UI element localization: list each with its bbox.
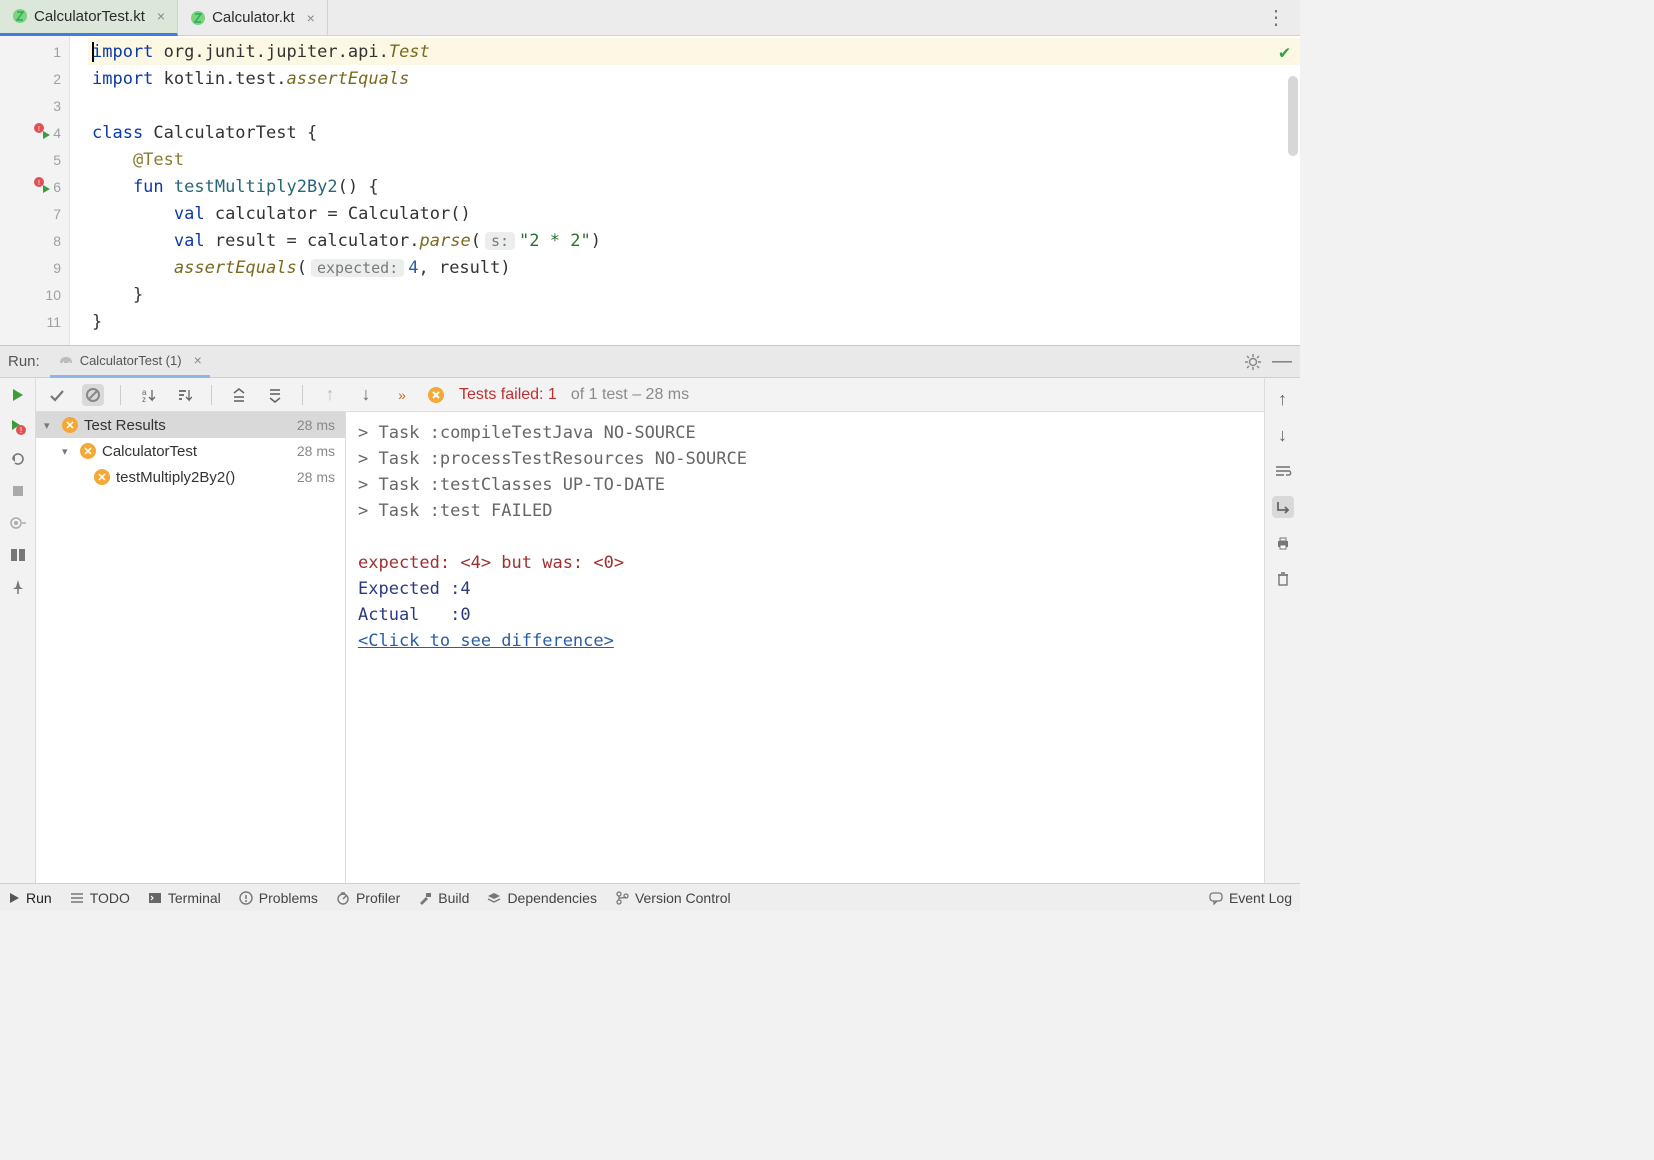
expand-all-icon[interactable] — [228, 384, 250, 406]
more-icon[interactable]: ⋮ — [1252, 5, 1300, 30]
run-tool-header: Run: CalculatorTest (1) × — — [0, 346, 1300, 378]
rerun-failed-icon[interactable]: ! — [7, 416, 29, 438]
warning-icon — [239, 891, 253, 905]
status-dependencies-button[interactable]: Dependencies — [487, 890, 597, 906]
soft-wrap-icon[interactable] — [1272, 460, 1294, 482]
gutter: 1 2 3 ! 4 5 ! 6 7 8 9 10 11 — [0, 36, 70, 345]
test-tree[interactable]: ▾✕Test Results 28 ms ▾✕CalculatorTest 28… — [36, 412, 346, 883]
collapse-all-icon[interactable] — [264, 384, 286, 406]
tree-method-node[interactable]: ✕testMultiply2By2() 28 ms — [36, 464, 345, 490]
profiler-icon — [336, 891, 350, 905]
status-todo-button[interactable]: TODO — [70, 890, 130, 906]
show-ignored-toggle-icon[interactable] — [82, 384, 104, 406]
fail-status-icon: ✕ — [94, 469, 110, 485]
gear-icon[interactable] — [1244, 353, 1262, 371]
pin-icon[interactable] — [7, 576, 29, 598]
minimize-icon[interactable]: — — [1272, 350, 1292, 373]
svg-text:!: ! — [38, 180, 40, 187]
fail-status-icon: ✕ — [62, 417, 78, 433]
editor: 1 2 3 ! 4 5 ! 6 7 8 9 10 11 imp — [0, 36, 1300, 346]
layout-icon[interactable] — [7, 544, 29, 566]
kotlin-file-icon — [12, 8, 28, 24]
play-icon — [8, 892, 20, 904]
see-difference-link[interactable]: <Click to see difference> — [358, 631, 614, 651]
tab-label: CalculatorTest.kt — [34, 8, 145, 25]
run-header-label: Run: — [8, 353, 40, 370]
run-left-toolbar: ! — [0, 378, 36, 883]
svg-text:!: ! — [38, 126, 40, 133]
test-status-fail-icon — [427, 386, 445, 404]
balloon-icon — [1209, 891, 1223, 905]
stop-icon[interactable] — [7, 480, 29, 502]
status-version-control-button[interactable]: Version Control — [615, 890, 731, 906]
fold-column[interactable] — [70, 36, 88, 345]
print-icon[interactable] — [1272, 532, 1294, 554]
inspections-ok-icon[interactable]: ✔ — [1279, 42, 1290, 63]
layers-icon — [487, 891, 501, 905]
kotlin-file-icon — [190, 10, 206, 26]
branch-icon — [615, 891, 629, 905]
next-fail-icon[interactable]: ↓ — [355, 384, 377, 406]
status-run-button[interactable]: Run — [8, 890, 52, 906]
list-icon — [70, 892, 84, 904]
tests-summary-label: of 1 test – 28 ms — [571, 386, 689, 404]
test-toolbar: az ↑ ↓ » Tests failed: 1 of 1 test – 28 … — [36, 378, 1264, 412]
show-passed-icon[interactable] — [7, 512, 29, 534]
scroll-up-icon[interactable]: ↑ — [1272, 388, 1294, 410]
run-config-tab[interactable]: CalculatorTest (1) × — [50, 346, 210, 378]
sort-duration-icon[interactable] — [173, 384, 195, 406]
tab-label: Calculator.kt — [212, 9, 295, 26]
console-output[interactable]: > Task :compileTestJava NO-SOURCE > Task… — [346, 412, 1264, 883]
close-icon[interactable]: × — [157, 8, 165, 24]
fail-status-icon: ✕ — [80, 443, 96, 459]
svg-text:!: ! — [19, 426, 21, 435]
run-method-gutter-icon[interactable]: ! — [34, 177, 52, 195]
hammer-icon — [418, 891, 432, 905]
svg-text:z: z — [142, 395, 146, 403]
sort-alpha-icon[interactable]: az — [137, 384, 159, 406]
editor-tabs: CalculatorTest.kt × Calculator.kt × ⋮ — [0, 0, 1300, 36]
status-problems-button[interactable]: Problems — [239, 890, 318, 906]
close-icon[interactable]: × — [307, 10, 315, 26]
rerun-icon[interactable] — [7, 384, 29, 406]
more-icon[interactable]: » — [391, 384, 413, 406]
tree-class-node[interactable]: ▾✕CalculatorTest 28 ms — [36, 438, 345, 464]
clear-icon[interactable] — [1272, 568, 1294, 590]
prev-fail-icon[interactable]: ↑ — [319, 384, 341, 406]
console-right-toolbar: ↑ ↓ — [1264, 378, 1300, 883]
tree-root[interactable]: ▾✕Test Results 28 ms — [36, 412, 345, 438]
elephant-icon — [58, 353, 74, 367]
show-passed-toggle-icon[interactable] — [46, 384, 68, 406]
status-terminal-button[interactable]: Terminal — [148, 890, 221, 906]
tab-calculator-test[interactable]: CalculatorTest.kt × — [0, 0, 178, 36]
run-tool-window: ! az ↑ ↓ » Tests failed: 1 — [0, 378, 1300, 883]
scrollbar[interactable] — [1288, 76, 1298, 156]
status-build-button[interactable]: Build — [418, 890, 469, 906]
tab-calculator[interactable]: Calculator.kt × — [178, 0, 328, 36]
status-event-log-button[interactable]: Event Log — [1209, 890, 1292, 906]
tests-failed-label: Tests failed: 1 — [459, 386, 557, 404]
run-class-gutter-icon[interactable]: ! — [34, 123, 52, 141]
status-profiler-button[interactable]: Profiler — [336, 890, 400, 906]
terminal-icon — [148, 892, 162, 904]
toggle-auto-test-icon[interactable] — [7, 448, 29, 470]
scroll-down-icon[interactable]: ↓ — [1272, 424, 1294, 446]
status-bar: Run TODO Terminal Problems Profiler Buil… — [0, 883, 1300, 911]
close-icon[interactable]: × — [194, 352, 202, 368]
scroll-to-end-icon[interactable] — [1272, 496, 1294, 518]
code-area[interactable]: import org.junit.jupiter.api.Test import… — [88, 36, 1300, 345]
